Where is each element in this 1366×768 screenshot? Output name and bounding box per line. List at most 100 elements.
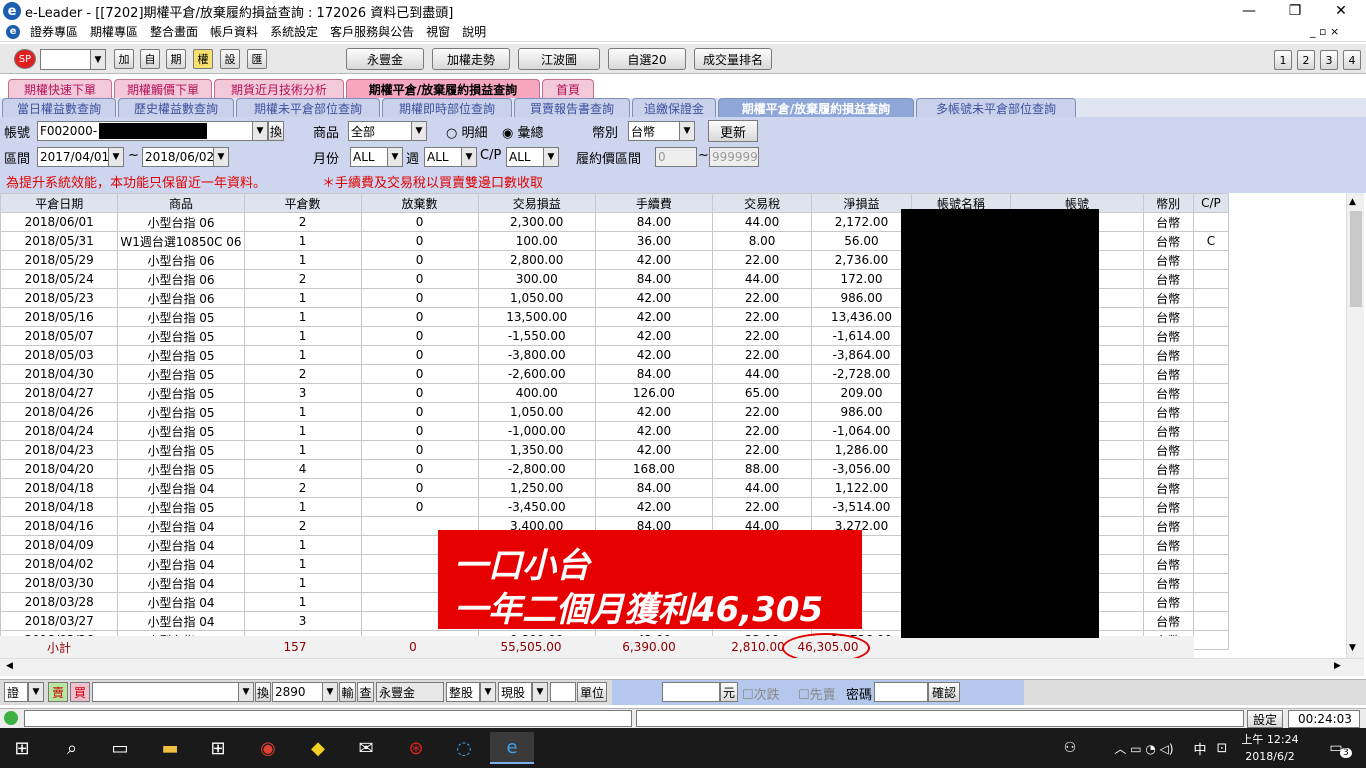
password-input[interactable] (874, 682, 928, 702)
col-trade-pnl[interactable]: 交易損益 (477, 193, 596, 213)
order-type-select[interactable]: 證 (4, 682, 28, 702)
quick-btn-options[interactable]: 權 (193, 49, 213, 69)
tab-pnl-query-sub[interactable]: 期權平倉/放棄履約損益查詢 (718, 98, 914, 117)
tab-home[interactable]: 首頁 (542, 79, 594, 98)
table-row[interactable]: 2018/04/20 小型台指 05 4 0 -2,800.00 168.00 88.00-… (0, 459, 1346, 479)
menu-account[interactable]: 帳戶資料 (204, 23, 264, 40)
product-dropdown[interactable]: ▼ (411, 121, 427, 141)
table-row[interactable]: 2018/06/01 小型台指 06 2 0 2,300.00 84.00 44.00 2,1… (0, 212, 1346, 232)
tab-pnl-query[interactable]: 期權平倉/放棄履約損益查詢 (346, 79, 540, 98)
tab-multi-account-open[interactable]: 多帳號未平倉部位查詢 (916, 98, 1076, 117)
table-row[interactable]: 2018/04/24 小型台指 05 1 0 -1,000.00 42.00 22.00 -1… (0, 421, 1346, 441)
app-red-icon[interactable]: ⊛ (394, 732, 438, 764)
scroll-right-icon[interactable]: ▶ (1334, 661, 1341, 671)
order-cash-select[interactable]: 現股 (498, 682, 532, 702)
quick-btn-futures[interactable]: 期 (166, 49, 186, 69)
mdi-controls-icon[interactable]: _ ▫ × (1310, 25, 1339, 38)
table-row[interactable]: 2018/05/23 小型台指 06 1 0 1,050.00 42.00 22.00 986… (0, 288, 1346, 308)
weighted-trend-button[interactable]: 加權走勢 (432, 48, 510, 70)
menu-securities[interactable]: 證券專區 (24, 23, 84, 40)
col-cp[interactable]: C/P (1192, 193, 1230, 213)
menu-window[interactable]: 視窗 (420, 23, 456, 40)
order-cash-dropdown[interactable]: ▼ (532, 682, 548, 702)
account-input[interactable]: F002000- (37, 121, 253, 141)
tab-open-position[interactable]: 期權未平倉部位查詢 (236, 98, 380, 117)
order-stock-dropdown[interactable]: ▼ (238, 682, 254, 702)
store-icon[interactable]: ⊞ (196, 732, 240, 764)
col-net-pnl[interactable]: 淨損益 (811, 193, 912, 213)
tab-daily-equity[interactable]: 當日權益數查詢 (2, 98, 116, 117)
mail-icon[interactable]: ✉ (344, 732, 388, 764)
table-row[interactable]: 2018/05/29 小型台指 06 1 0 2,800.00 42.00 22.00 2,7… (0, 250, 1346, 270)
ime-icon[interactable]: ⊡ (1200, 732, 1244, 764)
scroll-left-icon[interactable]: ◀ (6, 661, 13, 671)
first-sell-checkbox[interactable]: ☐先賣 (798, 684, 836, 703)
menu-service[interactable]: 客戶服務與公告 (324, 23, 420, 40)
date-from-picker[interactable]: ▼ (108, 147, 124, 167)
task-view-icon[interactable]: ▭ (98, 732, 142, 764)
order-code-input[interactable]: 2890 (272, 682, 324, 702)
week-dropdown[interactable]: ▼ (461, 147, 477, 167)
month-dropdown[interactable]: ▼ (387, 147, 403, 167)
col-close-date[interactable]: 平倉日期 (0, 193, 119, 213)
col-abandon-qty[interactable]: 放棄數 (360, 193, 479, 213)
layout-1-button[interactable]: 1 (1274, 50, 1292, 70)
order-code-dropdown[interactable]: ▼ (322, 682, 338, 702)
order-price-input[interactable] (662, 682, 720, 702)
sell-toggle[interactable]: 賣 (48, 682, 68, 702)
menu-help[interactable]: 說明 (456, 23, 492, 40)
order-switch-button[interactable]: 換 (255, 682, 271, 702)
order-unit-button[interactable]: 單位 (577, 682, 607, 702)
quick-btn-exchange[interactable]: 匯 (247, 49, 267, 69)
date-from-input[interactable]: 2017/04/01 (37, 147, 109, 167)
restore-button[interactable]: ❐ (1272, 0, 1318, 22)
currency-select[interactable]: 台幣 (628, 121, 680, 141)
month-select[interactable]: ALL (350, 147, 388, 167)
tab-trade-report[interactable]: 買賣報告書查詢 (514, 98, 630, 117)
product-select[interactable]: 全部 (348, 121, 412, 141)
order-query-button[interactable]: 查 (357, 682, 374, 702)
date-to-input[interactable]: 2018/06/02 (142, 147, 214, 167)
menu-settings[interactable]: 系統設定 (264, 23, 324, 40)
chrome-icon[interactable]: ◉ (246, 732, 290, 764)
quick-code-dropdown[interactable]: ▼ (90, 49, 106, 70)
col-product[interactable]: 商品 (117, 193, 245, 213)
order-qty-input[interactable] (550, 682, 576, 702)
tab-history-equity[interactable]: 歷史權益數查詢 (118, 98, 234, 117)
settings-button[interactable]: 設定 (1247, 710, 1283, 728)
table-row[interactable]: 2018/05/16 小型台指 05 1 0 13,500.00 42.00 22.00 13… (0, 307, 1346, 327)
vertical-scrollbar[interactable]: ▲ ▼ (1346, 193, 1364, 658)
table-row[interactable]: 2018/04/30 小型台指 05 2 0 -2,600.00 84.00 44.00 -2… (0, 364, 1346, 384)
scroll-thumb[interactable] (1350, 211, 1362, 307)
next-deal-checkbox[interactable]: ☐次跌 (742, 684, 780, 703)
notification-icon[interactable]: ▭ 3 (1314, 732, 1358, 764)
jiangbo-chart-button[interactable]: 江波圖 (518, 48, 600, 70)
table-row[interactable]: 2018/05/03 小型台指 05 1 0 -3,800.00 42.00 22.00 -3… (0, 345, 1346, 365)
table-row[interactable]: 2018/04/18 小型台指 05 1 0 -3,450.00 42.00 22.00 -3… (0, 497, 1346, 517)
tab-option-trigger-order[interactable]: 期權觸價下單 (114, 79, 212, 98)
app-yellow-icon[interactable]: ◆ (296, 732, 340, 764)
strike-from-input[interactable]: 0 (655, 147, 697, 167)
table-row[interactable]: 2018/05/24 小型台指 06 2 0 300.00 84.00 44.00 172.0… (0, 269, 1346, 289)
confirm-button[interactable]: 確認 (928, 682, 960, 702)
order-lot-dropdown[interactable]: ▼ (480, 682, 496, 702)
file-explorer-icon[interactable]: ▬ (148, 732, 192, 764)
table-row[interactable]: 2018/04/18 小型台指 04 2 0 1,250.00 84.00 44.00 1,1… (0, 478, 1346, 498)
buy-toggle[interactable]: 買 (70, 682, 90, 702)
radio-summary[interactable]: ◉ 彙總 (502, 122, 544, 141)
windows-start-icon[interactable]: ⊞ (0, 732, 44, 764)
quick-btn-settings[interactable]: 設 (220, 49, 240, 69)
menu-options[interactable]: 期權專區 (84, 23, 144, 40)
order-input-button[interactable]: 輸 (339, 682, 356, 702)
radio-detail[interactable]: ○ 明細 (446, 122, 488, 141)
col-tax[interactable]: 交易稅 (711, 193, 813, 213)
search-icon[interactable]: ⌕ (50, 732, 94, 764)
strike-to-input[interactable]: 999999 (709, 147, 759, 167)
scroll-up-icon[interactable]: ▲ (1349, 197, 1356, 207)
order-type-dropdown[interactable]: ▼ (28, 682, 44, 702)
date-to-picker[interactable]: ▼ (213, 147, 229, 167)
refresh-button[interactable]: 更新 (708, 120, 758, 142)
app-blue-icon[interactable]: ◌ (442, 732, 486, 764)
tab-margin-call[interactable]: 追繳保證金 (632, 98, 716, 117)
close-button[interactable]: ✕ (1318, 0, 1364, 22)
